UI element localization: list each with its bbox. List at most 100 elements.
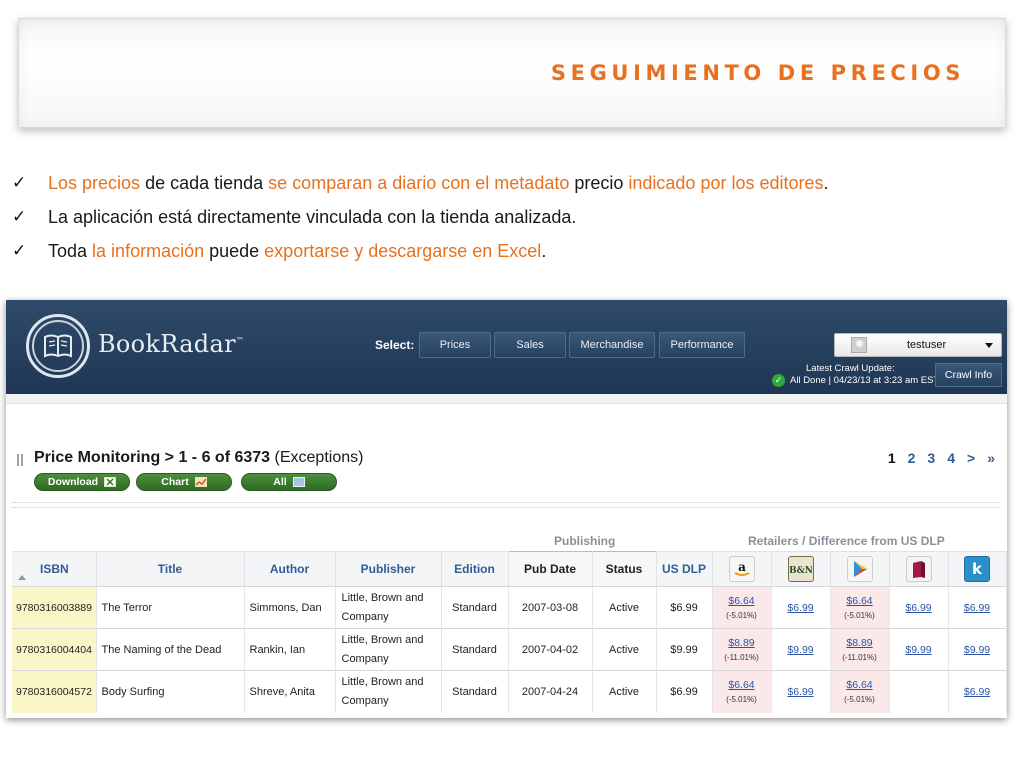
- bullet-fragment: se comparan a diario con el metadato: [268, 172, 570, 193]
- column-label: ISBN: [40, 562, 69, 576]
- cell-us-dlp: $6.99: [656, 586, 713, 629]
- last-page-link[interactable]: »: [981, 450, 1001, 466]
- price-link[interactable]: $6.99: [776, 602, 826, 614]
- crawl-status-text: All Done | 04/23/13 at 3:23 am EST: [790, 375, 940, 386]
- cell-isbn: 9780316004404: [12, 628, 97, 671]
- checkmark-icon: ✓: [12, 207, 27, 227]
- page-title: Price Monitoring > 1 - 6 of 6373 (Except…: [34, 449, 363, 467]
- price-link[interactable]: $6.64: [717, 679, 767, 691]
- page-1-link[interactable]: 1: [882, 450, 902, 466]
- price-link[interactable]: $9.99: [776, 644, 826, 656]
- page-title-filter: (Exceptions): [274, 449, 364, 466]
- price-difference: (-11.01%): [724, 653, 759, 662]
- cell-google-price: $6.64 (-5.01%): [830, 586, 890, 629]
- bullet-fragment: puede: [204, 240, 265, 261]
- bullet-item: ✓ Los precios de cada tienda se comparan…: [12, 166, 1012, 200]
- price-link[interactable]: $8.89: [717, 637, 767, 649]
- cell-bn-price: $6.99: [771, 670, 831, 713]
- nav-merchandise-button[interactable]: Merchandise: [569, 332, 655, 358]
- cell-edition: Standard: [441, 586, 509, 629]
- price-link[interactable]: $6.99: [953, 686, 1002, 698]
- cell-amazon-price: $8.89 (-11.01%): [712, 628, 772, 671]
- trademark-mark: ™: [235, 336, 245, 345]
- table-row: 9780316004404 The Naming of the Dead Ran…: [12, 628, 1007, 671]
- page-2-link[interactable]: 2: [902, 450, 922, 466]
- column-isbn[interactable]: ISBN: [12, 551, 97, 587]
- price-link[interactable]: $6.64: [717, 595, 767, 607]
- table-header-row: ISBN Title Author Publisher Edition Pub …: [12, 551, 1007, 587]
- column-retailer-barnes-noble[interactable]: B&N: [771, 551, 831, 587]
- chevron-down-icon: [985, 342, 993, 348]
- cell-title: The Naming of the Dead: [96, 628, 245, 671]
- price-link[interactable]: $8.89: [835, 637, 885, 649]
- cell-author: Simmons, Dan: [244, 586, 336, 629]
- download-button[interactable]: Download: [34, 473, 130, 491]
- crawl-status: ✓ All Done | 04/23/13 at 3:23 am EST: [772, 374, 939, 387]
- cell-us-dlp: $9.99: [656, 628, 713, 671]
- price-link[interactable]: $6.64: [835, 595, 885, 607]
- cell-kobo-price: $9.99: [889, 628, 949, 671]
- cell-bn-price: $6.99: [771, 586, 831, 629]
- crawl-info-button[interactable]: Crawl Info: [935, 363, 1002, 387]
- chart-button[interactable]: Chart: [136, 473, 232, 491]
- crawl-update-label: Latest Crawl Update:: [806, 363, 895, 374]
- cell-publisher: Little, Brown and Company: [335, 628, 442, 671]
- next-page-link[interactable]: >: [961, 450, 981, 466]
- column-us-dlp[interactable]: US DLP: [656, 551, 713, 587]
- column-pub-date[interactable]: Pub Date: [508, 551, 593, 587]
- column-title[interactable]: Title: [96, 551, 245, 587]
- column-retailer-kobo[interactable]: [889, 551, 949, 587]
- all-label: All: [273, 476, 287, 488]
- column-retailer-kindle[interactable]: k: [948, 551, 1007, 587]
- cell-google-price: $6.64 (-5.01%): [830, 670, 890, 713]
- cell-edition: Standard: [441, 628, 509, 671]
- all-button[interactable]: All: [241, 473, 337, 491]
- page-3-link[interactable]: 3: [921, 450, 941, 466]
- title-banner: SEGUIMIENTO DE PRECIOS: [18, 18, 1006, 128]
- sort-ascending-icon: [18, 575, 26, 580]
- column-retailer-amazon[interactable]: a: [712, 551, 772, 587]
- price-link[interactable]: $6.99: [953, 602, 1002, 614]
- nav-sales-button[interactable]: Sales: [494, 332, 566, 358]
- price-difference: (-5.01%): [726, 611, 757, 620]
- svg-text:B&N: B&N: [790, 566, 812, 576]
- price-link[interactable]: $6.99: [894, 602, 944, 614]
- nav-performance-button[interactable]: Performance: [659, 332, 745, 358]
- price-link[interactable]: $6.99: [776, 686, 826, 698]
- bullet-fragment: precio: [569, 172, 629, 193]
- price-difference: (-5.01%): [844, 611, 875, 620]
- book-logo-icon[interactable]: [26, 314, 90, 378]
- column-retailer-google-play[interactable]: [830, 551, 890, 587]
- cell-status: Active: [592, 628, 657, 671]
- cell-edition: Standard: [441, 670, 509, 713]
- bullet-fragment: de cada tienda: [140, 172, 269, 193]
- pagination: 1 2 3 4 > »: [882, 450, 1001, 466]
- excel-icon: [104, 477, 117, 487]
- price-link[interactable]: $9.99: [953, 644, 1002, 656]
- app-logo-text[interactable]: BookRadar™: [98, 330, 244, 358]
- cell-kobo-price: $6.99: [889, 586, 949, 629]
- bullet-fragment: indicado por los editores: [628, 172, 824, 193]
- price-link[interactable]: $6.64: [835, 679, 885, 691]
- price-link[interactable]: $9.99: [894, 644, 944, 656]
- column-edition[interactable]: Edition: [441, 551, 509, 587]
- content-divider: [6, 394, 1007, 404]
- kindle-k-icon: k: [964, 556, 990, 582]
- column-status[interactable]: Status: [592, 551, 657, 587]
- chart-icon: [194, 477, 207, 487]
- svg-text:k: k: [972, 560, 983, 578]
- cell-bn-price: $9.99: [771, 628, 831, 671]
- slide-title: SEGUIMIENTO DE PRECIOS: [550, 61, 965, 85]
- column-publisher[interactable]: Publisher: [335, 551, 442, 587]
- page-4-link[interactable]: 4: [941, 450, 961, 466]
- user-dropdown[interactable]: testuser: [834, 333, 1002, 357]
- column-author[interactable]: Author: [244, 551, 336, 587]
- select-label: Select:: [375, 338, 415, 352]
- drag-handle-icon[interactable]: [17, 454, 23, 466]
- cell-status: Active: [592, 670, 657, 713]
- cell-publisher: Little, Brown and Company: [335, 670, 442, 713]
- success-check-icon: ✓: [772, 374, 785, 387]
- download-label: Download: [47, 476, 99, 488]
- table-row: 9780316003889 The Terror Simmons, Dan Li…: [12, 586, 1007, 629]
- nav-prices-button[interactable]: Prices: [419, 332, 491, 358]
